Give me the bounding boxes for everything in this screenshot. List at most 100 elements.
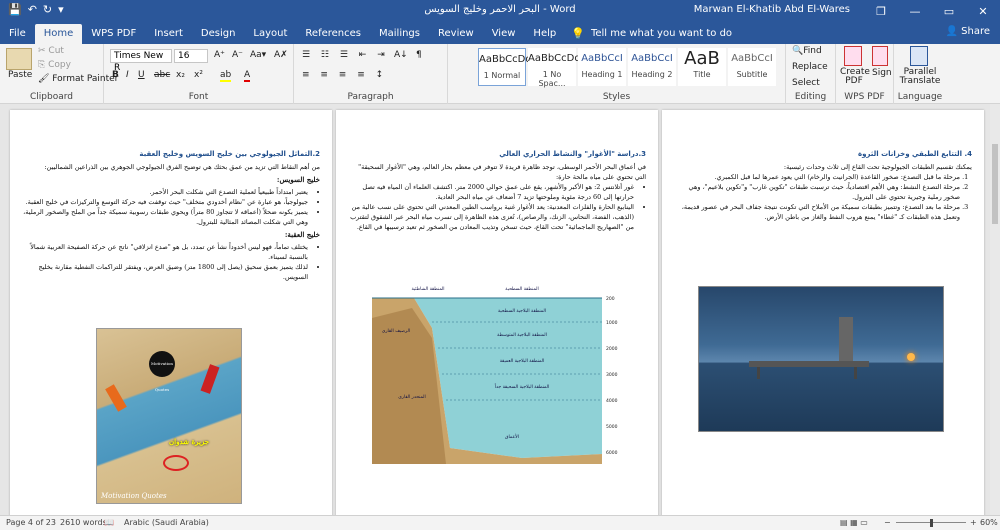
list-item: مرحلة ما قبل التصدع: صخور القاعدة (الجرا… [674, 172, 960, 182]
tab-insert[interactable]: Insert [145, 24, 192, 44]
tab-layout[interactable]: Layout [244, 24, 296, 44]
grow-font-icon[interactable]: A⁺ [214, 50, 225, 60]
clear-format-icon[interactable]: A✗ [274, 50, 288, 60]
page-right[interactable]: 4. التتابع الطبقي وخزانات الثروة يمكنك ت… [662, 110, 984, 515]
font-size-select[interactable]: 16 [174, 49, 208, 63]
language-group: Parallel Translate Language [894, 44, 1000, 104]
list-item: مرحلة التصدع النشط: وهي الأهم اقتصادياً،… [674, 182, 960, 202]
zoom-out-button[interactable]: − [884, 518, 891, 527]
style-heading-2[interactable]: AaBbCcI Heading 2 [628, 48, 676, 86]
font-color-button[interactable]: A [244, 70, 251, 82]
page-left[interactable]: 2.التماثل الجيولوجي بين خليج السويس وخلي… [10, 110, 332, 515]
zoom-level[interactable]: 60% [980, 518, 998, 527]
find-button[interactable]: 🔍Find [792, 46, 822, 56]
style-normal[interactable]: AaBbCcDd 1 Normal [478, 48, 532, 86]
italic-button[interactable]: I [126, 70, 129, 80]
depth-label: 2000 [606, 346, 618, 352]
list-item: جيولوجياً، هو عبارة عن "نظام أخدودي متخل… [22, 197, 308, 207]
page-count[interactable]: Page 4 of 23 [6, 518, 56, 527]
paragraph-group: ☰ ☷ ☰ ⇤ ⇥ ≡ ≡ ≡ ≡ ↕ A↓ ¶ Paragraph [294, 44, 448, 104]
wps-pdf-label: WPS PDF [844, 92, 885, 102]
replace-button[interactable]: Replace [792, 62, 828, 72]
editing-label: Editing [794, 92, 827, 102]
list-item: الينابيع الحارة والفلزات المعدنية: يعد ا… [348, 202, 634, 232]
sort-icon[interactable]: A↓ [394, 50, 408, 60]
ribbon-display-button[interactable]: ❐ [864, 0, 898, 22]
depth-label: 3000 [606, 372, 618, 378]
bold-button[interactable]: B [112, 70, 119, 80]
tab-mailings[interactable]: Mailings [370, 24, 429, 44]
user-name[interactable]: Marwan El-Khatib Abd El-Wares [694, 4, 850, 15]
zone-label: المنطقة السطحية [505, 287, 538, 292]
tab-wps-pdf[interactable]: WPS PDF [82, 24, 145, 44]
list-item: يعتبر امتداداً طبيعياً لعملية التصدع الت… [22, 187, 308, 197]
wps-pdf-group: Create PDF Sign WPS PDF [836, 44, 894, 104]
tab-home[interactable]: Home [34, 24, 83, 44]
section-heading: 2.التماثل الجيولوجي بين خليج السويس وخلي… [139, 150, 320, 158]
tab-design[interactable]: Design [192, 24, 245, 44]
subheading-suez: خليج السويس: [276, 175, 320, 184]
language-status[interactable]: Arabic (Saudi Arabia) [124, 518, 209, 527]
close-button[interactable]: ✕ [966, 0, 1000, 22]
vertical-scrollbar[interactable] [990, 104, 1000, 515]
pilcrow-icon[interactable]: ¶ [416, 50, 422, 60]
paragraph: يمكنك تقسيم الطبقات الجيولوجية تحت القاع… [783, 163, 972, 171]
map-image: Motivation Quotes جزيرة شدوان Motivation… [96, 328, 242, 504]
share-icon: 👤 [945, 26, 962, 37]
underline-button[interactable]: U [138, 70, 145, 80]
style-title[interactable]: AaB Title [678, 48, 726, 86]
font-group: Times New R 16 A⁺ A⁻ Aa▾ A✗ B I U abc x₂… [104, 44, 294, 104]
section-heading: 4. التتابع الطبقي وخزانات الثروة [857, 150, 972, 158]
maximize-button[interactable]: ▭ [932, 0, 966, 22]
depth-label: 6000 [606, 450, 618, 456]
highlight-button[interactable]: ab [220, 70, 232, 82]
font-family-select[interactable]: Times New R [110, 49, 172, 73]
sign-button[interactable]: Sign [872, 68, 892, 78]
zoom-in-button[interactable]: + [970, 518, 977, 527]
depth-label: 4000 [606, 398, 618, 404]
strikethrough-button[interactable]: abc [154, 70, 170, 80]
paragraph: من أهم النقاط التي تزيد من عمق بحثك هي ت… [44, 163, 320, 171]
tab-references[interactable]: References [296, 24, 370, 44]
zone-label: المنطقة البلاجية السحيقة جداً [494, 383, 549, 390]
share-button[interactable]: 👤 Share [946, 26, 991, 37]
list-buttons[interactable]: ☰ ☷ ☰ ⇤ ⇥ [302, 50, 389, 60]
copy-button[interactable]: ⎘ Copy [38, 60, 71, 70]
cut-button[interactable]: ✂ Cut [38, 46, 64, 56]
shrink-font-icon[interactable]: A⁻ [232, 50, 243, 60]
paste-button[interactable]: Paste [8, 70, 32, 80]
list-item: يتميز بكونه ضحلاً (أعماقه لا تتجاوز 80 م… [22, 207, 308, 227]
tab-view[interactable]: View [483, 24, 525, 44]
word-count[interactable]: 2610 words [60, 518, 107, 527]
style-heading-1[interactable]: AaBbCcI Heading 1 [578, 48, 626, 86]
superscript-button[interactable]: x² [194, 70, 203, 80]
depth-label: 200 [606, 296, 615, 302]
view-mode-icons[interactable]: ▤ ▦ ▭ [840, 518, 868, 527]
ribbon: Paste ✂ Cut ⎘ Copy 🖌 Format Painter Clip… [0, 44, 1000, 104]
style-no-spacing[interactable]: AaBbCcDd 1 No Spac... [528, 48, 581, 88]
select-button[interactable]: Select [792, 78, 820, 88]
align-buttons[interactable]: ≡ ≡ ≡ ≡ ↕ [302, 70, 387, 80]
change-case-icon[interactable]: Aa▾ [250, 50, 266, 60]
ocean-zones-diagram: المنطقة الشاطئية المنطقة السطحية المنطقة… [372, 278, 624, 464]
scroll-thumb[interactable] [992, 144, 998, 224]
zone-label: المنطقة البلاجية السطحية [498, 309, 546, 314]
tab-file[interactable]: File [0, 24, 35, 44]
create-pdf-button[interactable]: Create PDF [840, 68, 870, 86]
map-badge: Motivation Quotes [149, 351, 175, 392]
minimize-button[interactable]: — [898, 0, 932, 22]
tell-me-search[interactable]: Tell me what you want to do [585, 24, 732, 44]
page-middle[interactable]: 3.دراسة "الأغوار" والنشاط الحراري العالي… [336, 110, 658, 515]
paragraph: في أعماق البحر الأحمر الوسطى، توجد ظاهرة… [358, 163, 646, 181]
subscript-button[interactable]: x₂ [176, 70, 185, 80]
document-area[interactable]: 2.التماثل الجيولوجي بين خليج السويس وخلي… [0, 104, 1000, 515]
tab-help[interactable]: Help [524, 24, 565, 44]
paste-icon [6, 48, 32, 70]
zone-label: الأعماق [505, 433, 519, 440]
style-subtitle[interactable]: AaBbCcI Subtitle [728, 48, 776, 86]
proofing-icon[interactable]: 📖 [104, 518, 114, 527]
parallel-translate-button[interactable]: Parallel Translate [898, 68, 942, 86]
scissors-icon: ✂ [38, 46, 49, 56]
zoom-thumb[interactable] [930, 519, 933, 527]
tab-review[interactable]: Review [429, 24, 483, 44]
